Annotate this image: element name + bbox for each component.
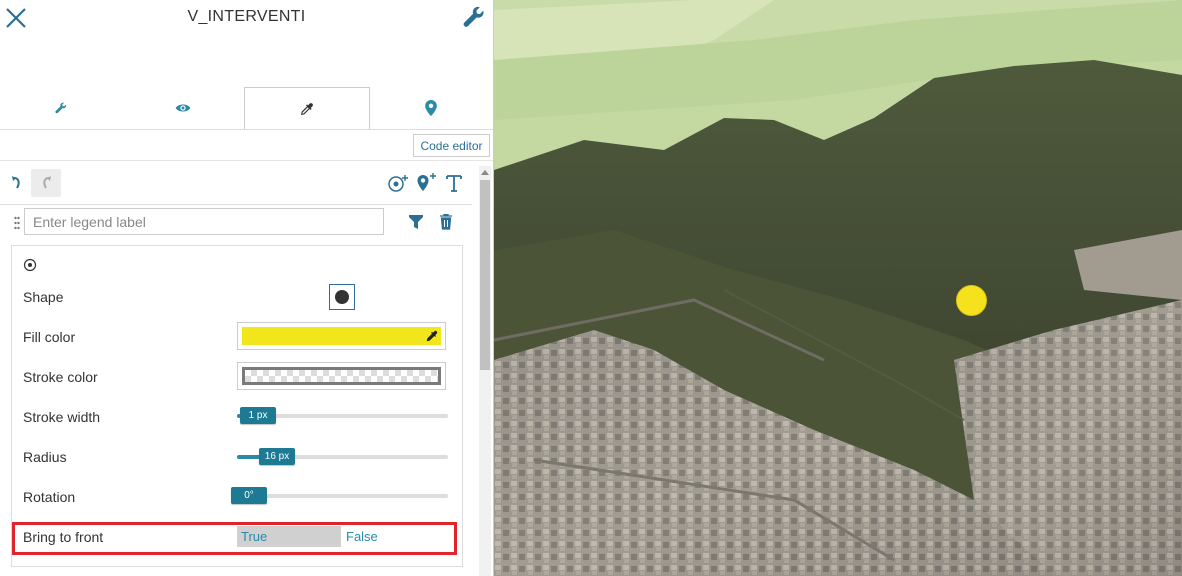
fill-color-picker[interactable] xyxy=(237,322,446,350)
shape-label: Shape xyxy=(23,289,64,305)
add-point-button[interactable] xyxy=(387,173,409,193)
redo-button[interactable] xyxy=(31,169,61,197)
radius-slider[interactable]: 16 px xyxy=(237,448,448,465)
radius-label: Radius xyxy=(23,449,67,465)
stroke-width-slider[interactable]: 1 px xyxy=(237,407,448,424)
text-icon xyxy=(446,175,462,192)
bring-to-front-true[interactable]: True xyxy=(237,526,341,547)
stroke-width-handle[interactable]: 1 px xyxy=(240,407,276,424)
style-properties xyxy=(11,245,463,567)
radius-handle[interactable]: 16 px xyxy=(259,448,295,465)
tab-bar xyxy=(0,87,493,130)
tab-settings[interactable] xyxy=(0,87,122,129)
rotation-handle[interactable]: 0° xyxy=(231,487,267,504)
stroke-color-picker[interactable] xyxy=(237,362,446,390)
undo-button[interactable] xyxy=(8,172,26,194)
wrench-icon[interactable] xyxy=(461,4,487,30)
rotation-slider[interactable]: 0° xyxy=(231,487,448,504)
add-point-icon xyxy=(388,175,408,192)
wrench-icon xyxy=(55,102,67,114)
terrain-scene xyxy=(494,0,1182,576)
legend-label-input[interactable] xyxy=(24,208,384,235)
drag-handle-icon[interactable] xyxy=(14,216,20,230)
map-pin-icon xyxy=(424,100,437,116)
tab-location[interactable] xyxy=(368,87,493,129)
style-panel: V_INTERVENTI Code editor Enter legend la… xyxy=(0,0,494,576)
scroll-thumb[interactable] xyxy=(480,180,490,370)
fill-color-label: Fill color xyxy=(23,329,76,345)
point-symbol-icon xyxy=(23,258,37,272)
eye-icon xyxy=(175,104,191,112)
map-point-marker[interactable] xyxy=(956,285,987,316)
shape-picker[interactable] xyxy=(329,284,355,310)
delete-button[interactable] xyxy=(438,212,454,232)
tab-visibility[interactable] xyxy=(122,87,244,129)
tab-style[interactable] xyxy=(244,87,370,130)
circle-shape-icon xyxy=(335,290,349,304)
stroke-width-label: Stroke width xyxy=(23,409,101,425)
code-editor-button[interactable]: Code editor xyxy=(413,134,490,157)
redo-icon xyxy=(43,176,51,189)
radius-fill xyxy=(237,455,261,459)
rotation-label: Rotation xyxy=(23,489,76,505)
toolbar-divider xyxy=(0,160,493,161)
map-view-3d[interactable] xyxy=(494,0,1182,576)
add-text-button[interactable] xyxy=(445,172,463,194)
filter-icon xyxy=(409,215,423,229)
trash-icon xyxy=(440,214,452,230)
eyedropper-icon xyxy=(301,103,313,115)
scroll-up-arrow[interactable] xyxy=(481,170,489,175)
add-marker-button[interactable] xyxy=(416,172,438,192)
bring-to-front-label: Bring to front xyxy=(23,529,104,545)
panel-scrollbar[interactable] xyxy=(479,166,491,576)
layer-title: V_INTERVENTI xyxy=(187,8,306,25)
bring-to-front-false[interactable]: False xyxy=(341,526,445,547)
eyedropper-icon xyxy=(426,330,438,342)
stroke-color-swatch xyxy=(242,367,441,385)
add-marker-icon xyxy=(417,173,436,191)
filter-button[interactable] xyxy=(408,212,424,232)
undo-icon xyxy=(12,176,20,189)
stroke-color-label: Stroke color xyxy=(23,369,98,385)
tab-divider xyxy=(0,129,493,130)
fill-color-swatch xyxy=(242,327,441,345)
